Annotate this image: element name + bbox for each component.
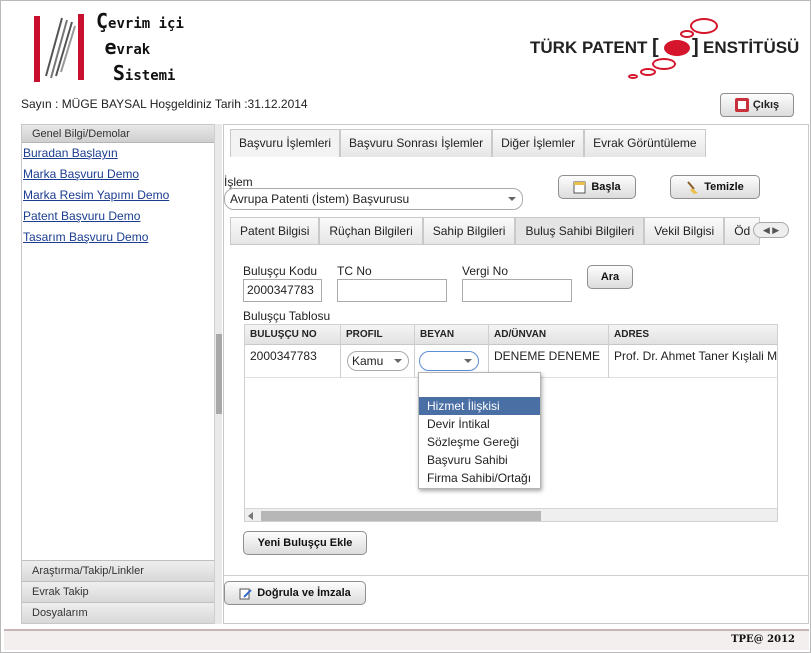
divider xyxy=(224,575,808,576)
sidebar-bottom-sections: Araştırma/Takip/Linkler Evrak Takip Dosy… xyxy=(22,560,214,623)
cell-adres: Prof. Dr. Ahmet Taner Kışlali M xyxy=(614,349,778,363)
tab-basvuru-sonrasi[interactable]: Başvuru Sonrası İşlemler xyxy=(340,129,493,157)
col-header-ad-unvan[interactable]: AD/ÜNVAN xyxy=(489,325,609,345)
sidebar-link-marka-resim-demo[interactable]: Marka Resim Yapımı Demo xyxy=(22,185,214,206)
logout-icon xyxy=(734,98,749,112)
profil-select[interactable]: Kamu xyxy=(347,351,409,371)
islem-select-value: Avrupa Patenti (İstem) Başvurusu xyxy=(230,192,410,206)
welcome-text: Sayın : MÜGE BAYSAL Hoşgeldiniz Tarih :3… xyxy=(21,97,308,111)
beyan-option-devir-intikal[interactable]: Devir İntikal xyxy=(419,415,540,433)
logo-letter-c: Ç xyxy=(96,9,109,33)
logo-word-evrim: evrim içi xyxy=(108,16,184,32)
bulucu-kodu-input[interactable]: 2000347783 xyxy=(243,279,322,302)
turk-patent-logo: TÜRK PATENT [ ] ENSTİTÜSÜ xyxy=(530,16,799,82)
sidebar-scroll-thumb[interactable] xyxy=(216,334,222,414)
tc-no-label: TC No xyxy=(337,264,372,278)
logo-bracket-right: ] xyxy=(692,36,699,58)
profil-select-value: Kamu xyxy=(352,354,384,368)
temizle-label: Temizle xyxy=(704,181,744,193)
basla-label: Başla xyxy=(591,181,621,193)
logout-label: Çıkış xyxy=(752,99,780,111)
chevron-down-icon xyxy=(464,359,472,363)
vergi-no-input[interactable] xyxy=(462,279,572,302)
sub-tabs: Patent Bilgisi Rüçhan Bilgileri Sahip Bi… xyxy=(230,217,796,245)
tab-evrak-goruntuleme[interactable]: Evrak Görüntüleme xyxy=(584,129,706,157)
logo-word-istemi: istemi xyxy=(124,68,176,84)
scroll-left-arrow-icon[interactable] xyxy=(248,512,253,520)
cell-bulucu-no: 2000347783 xyxy=(245,345,341,378)
basla-button[interactable]: Başla xyxy=(558,175,636,199)
logo-text: Çevrim içi evrak Sistemi xyxy=(96,10,184,88)
sidebar-section-evrak-takip[interactable]: Evrak Takip xyxy=(22,581,214,602)
ara-label: Ara xyxy=(600,271,620,283)
logo-text-enstitusu: ENSTİTÜSÜ xyxy=(703,38,800,57)
col-header-beyan[interactable]: BEYAN xyxy=(415,325,489,345)
sidebar-section-arastirma[interactable]: Araştırma/Takip/Linkler xyxy=(22,560,214,581)
logo-letter-s: S xyxy=(112,61,125,85)
beyan-select[interactable] xyxy=(419,351,479,371)
col-header-profil[interactable]: PROFIL xyxy=(341,325,415,345)
sidebar-links: Buradan Başlayın Marka Başvuru Demo Mark… xyxy=(22,143,214,248)
vergi-no-label: Vergi No xyxy=(462,264,509,278)
table-header: BULUŞÇU NO PROFIL BEYAN AD/ÜNVAN ADRES xyxy=(245,325,777,345)
tab-basvuru-islemleri[interactable]: Başvuru İşlemleri xyxy=(230,129,341,157)
beyan-option-empty[interactable] xyxy=(419,373,540,391)
beyan-option-firma-sahibi[interactable]: Firma Sahibi/Ortağı xyxy=(419,469,540,487)
sidebar-link-tasarim-basvuru-demo[interactable]: Tasarım Başvuru Demo xyxy=(22,227,214,248)
tab-vekil-bilgisi[interactable]: Vekil Bilgisi xyxy=(644,217,725,245)
logo-text-turk-patent: TÜRK PATENT xyxy=(530,38,648,57)
broom-icon xyxy=(687,180,699,194)
beyan-option-sozlesme-geregi[interactable]: Sözleşme Gereği xyxy=(419,433,540,451)
sign-document-icon xyxy=(239,588,252,599)
table-horizontal-scrollbar[interactable] xyxy=(245,508,777,521)
beyan-dropdown-list: Hizmet İlişkisi Devir İntikal Sözleşme G… xyxy=(418,372,541,489)
chevron-down-icon xyxy=(508,197,516,201)
header: Çevrim içi evrak Sistemi TÜRK PATENT [ ]… xyxy=(4,4,809,85)
footer: TPE@ 2012 xyxy=(4,629,809,650)
islem-label: İşlem xyxy=(224,175,253,189)
yeni-bulucu-ekle-label: Yeni Buluşçu Ekle xyxy=(257,537,353,549)
temizle-button[interactable]: Temizle xyxy=(670,175,760,199)
islem-select[interactable]: Avrupa Patenti (İstem) Başvurusu xyxy=(224,188,523,210)
sidebar-section-dosyalarim[interactable]: Dosyalarım xyxy=(22,602,214,623)
tab-sahip-bilgileri[interactable]: Sahip Bilgileri xyxy=(422,217,516,245)
sidebar-link-patent-basvuru-demo[interactable]: Patent Başvuru Demo xyxy=(22,206,214,227)
col-header-bulucu-no[interactable]: BULUŞÇU NO xyxy=(245,325,341,345)
tab-patent-bilgisi[interactable]: Patent Bilgisi xyxy=(230,217,320,245)
sidebar-link-buradan-baslayin[interactable]: Buradan Başlayın xyxy=(22,143,214,164)
sidebar: Genel Bilgi/Demolar Buradan Başlayın Mar… xyxy=(21,124,215,624)
table-scroll-thumb[interactable] xyxy=(261,511,541,521)
beyan-option-basvuru-sahibi[interactable]: Başvuru Sahibi xyxy=(419,451,540,469)
logo-word-vrak: vrak xyxy=(116,42,151,58)
sidebar-scrollbar[interactable] xyxy=(214,124,222,624)
cevrimici-evrak-logo: Çevrim içi evrak Sistemi xyxy=(32,8,202,85)
bulucu-kodu-label: Buluşçu Kodu xyxy=(243,264,318,278)
tab-ruchan-bilgileri[interactable]: Rüçhan Bilgileri xyxy=(319,217,423,245)
document-icon xyxy=(573,181,586,193)
main-panel: Başvuru İşlemleri Başvuru Sonrası İşleml… xyxy=(223,124,809,624)
tc-no-input[interactable] xyxy=(337,279,447,302)
col-header-adres[interactable]: ADRES xyxy=(609,325,777,345)
dogrula-ve-imzala-button[interactable]: Doğrula ve İmzala xyxy=(224,581,366,605)
app-window: Çevrim içi evrak Sistemi TÜRK PATENT [ ]… xyxy=(0,0,811,653)
ara-button[interactable]: Ara xyxy=(587,265,633,289)
beyan-option-hizmet-iliskisi[interactable]: Hizmet İlişkisi xyxy=(419,397,540,415)
tab-diger-islemler[interactable]: Diğer İşlemler xyxy=(492,129,585,157)
sidebar-link-marka-basvuru-demo[interactable]: Marka Başvuru Demo xyxy=(22,164,214,185)
bulucu-tablosu-title: Buluşçu Tablosu xyxy=(243,309,331,323)
dogrula-ve-imzala-label: Doğrula ve İmzala xyxy=(257,587,351,599)
sidebar-header[interactable]: Genel Bilgi/Demolar xyxy=(22,125,214,143)
chevron-down-icon xyxy=(394,359,402,363)
tab-bulus-sahibi-bilgileri[interactable]: Buluş Sahibi Bilgileri xyxy=(515,217,645,245)
logout-button[interactable]: Çıkış xyxy=(720,93,794,117)
logo-bars-icon xyxy=(34,14,84,82)
top-tabs: Başvuru İşlemleri Başvuru Sonrası İşleml… xyxy=(230,129,706,157)
logo-letter-e: e xyxy=(104,35,117,59)
logo-bracket-left: [ xyxy=(652,36,659,58)
footer-copyright: TPE@ 2012 xyxy=(731,634,795,645)
tab-scroll-arrows[interactable]: ◀ ▶ xyxy=(753,222,789,238)
yeni-bulucu-ekle-button[interactable]: Yeni Buluşçu Ekle xyxy=(243,531,367,555)
logo-red-oval-icon xyxy=(664,40,690,56)
